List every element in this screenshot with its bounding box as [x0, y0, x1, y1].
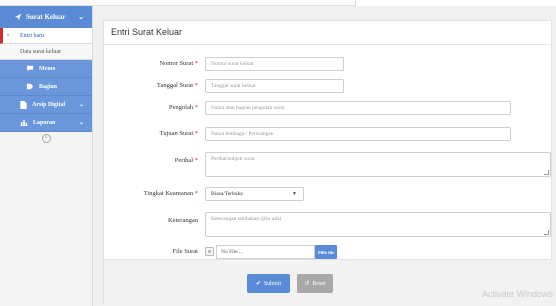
- panel-title: Entri Surat Keluar: [104, 21, 553, 45]
- label-tanggal-surat: Tanggal Surat *: [156, 82, 198, 89]
- sidebar-subitem-entri-baru[interactable]: • Entri baru: [0, 28, 92, 44]
- main-content: Entri Surat Keluar Nomor Surat * Nomor s…: [93, 6, 556, 306]
- resize-handle-icon[interactable]: [544, 230, 549, 235]
- sidebar: Surat Keluar ⌄ • Entri baru Data surat k…: [0, 6, 93, 306]
- form-panel: Entri Surat Keluar Nomor Surat * Nomor s…: [103, 20, 553, 306]
- file-icon: [20, 100, 27, 109]
- file-name-display: No File ...: [216, 245, 315, 259]
- caret-down-icon: ▼: [292, 192, 297, 197]
- choose-file-button[interactable]: Pilih file: [315, 245, 337, 259]
- label-keterangan: Keterangan: [168, 217, 198, 224]
- tujuan-surat-input[interactable]: Nama lembaga / Perorangan: [205, 127, 511, 141]
- sidebar-item-laporan[interactable]: Laporan ⌄: [0, 114, 92, 132]
- keterangan-textarea[interactable]: Keterangan tambahan (jika ada): [205, 212, 551, 237]
- submit-button[interactable]: ✔ Submit: [247, 274, 290, 293]
- label-tingkat-keamanan: Tingkat Keamanan *: [143, 190, 198, 197]
- reset-button[interactable]: ↺ Reset: [297, 274, 333, 293]
- file-upload-icon: [205, 247, 214, 256]
- sidebar-item-arsip-digital[interactable]: Arsip Digital ⌄: [0, 96, 92, 114]
- check-icon: ✔: [255, 281, 261, 287]
- sidebar-item-memo[interactable]: Memo: [0, 60, 92, 78]
- label-perihal: Perihal *: [174, 157, 198, 164]
- perihal-textarea[interactable]: Perihal/subjek surat: [205, 152, 551, 177]
- watermark: Activate Windows: [482, 289, 554, 299]
- pengolah-input[interactable]: Nama atau bagian pengolah surat: [205, 101, 511, 115]
- sidebar-item-bagian[interactable]: Bagian: [0, 78, 92, 96]
- label-nomor-surat: Nomor Surat *: [159, 60, 198, 67]
- tag-icon: [26, 83, 34, 90]
- sidebar-subitem-data-surat-keluar[interactable]: Data surat keluar: [0, 44, 92, 60]
- label-file-surat: File Surat: [172, 248, 198, 255]
- chevron-down-icon: ⌄: [78, 102, 84, 108]
- chevron-down-icon: ⌄: [78, 120, 84, 126]
- label-tujuan-surat: Tujuan Surat *: [159, 130, 198, 137]
- sidebar-item-label: Surat Keluar: [26, 13, 66, 21]
- send-icon: [14, 13, 22, 21]
- bar-chart-icon: [20, 119, 28, 126]
- bullet-icon: •: [7, 32, 10, 39]
- label-pengolah: Pengolah *: [168, 104, 198, 111]
- chat-icon: [26, 65, 34, 72]
- collapse-icon: ×: [41, 133, 51, 143]
- undo-icon: ↺: [304, 281, 310, 287]
- sidebar-item-surat-keluar[interactable]: Surat Keluar ⌄: [0, 6, 92, 28]
- tanggal-surat-input[interactable]: Tanggal surat keluar: [205, 79, 344, 93]
- tingkat-keamanan-select[interactable]: Biasa/Terbuka ▼: [205, 187, 304, 201]
- chevron-down-icon: ⌄: [78, 13, 84, 21]
- resize-handle-icon[interactable]: [544, 170, 549, 175]
- nomor-surat-input[interactable]: Nomor surat keluar: [205, 57, 344, 71]
- sidebar-collapse[interactable]: ×: [0, 132, 92, 144]
